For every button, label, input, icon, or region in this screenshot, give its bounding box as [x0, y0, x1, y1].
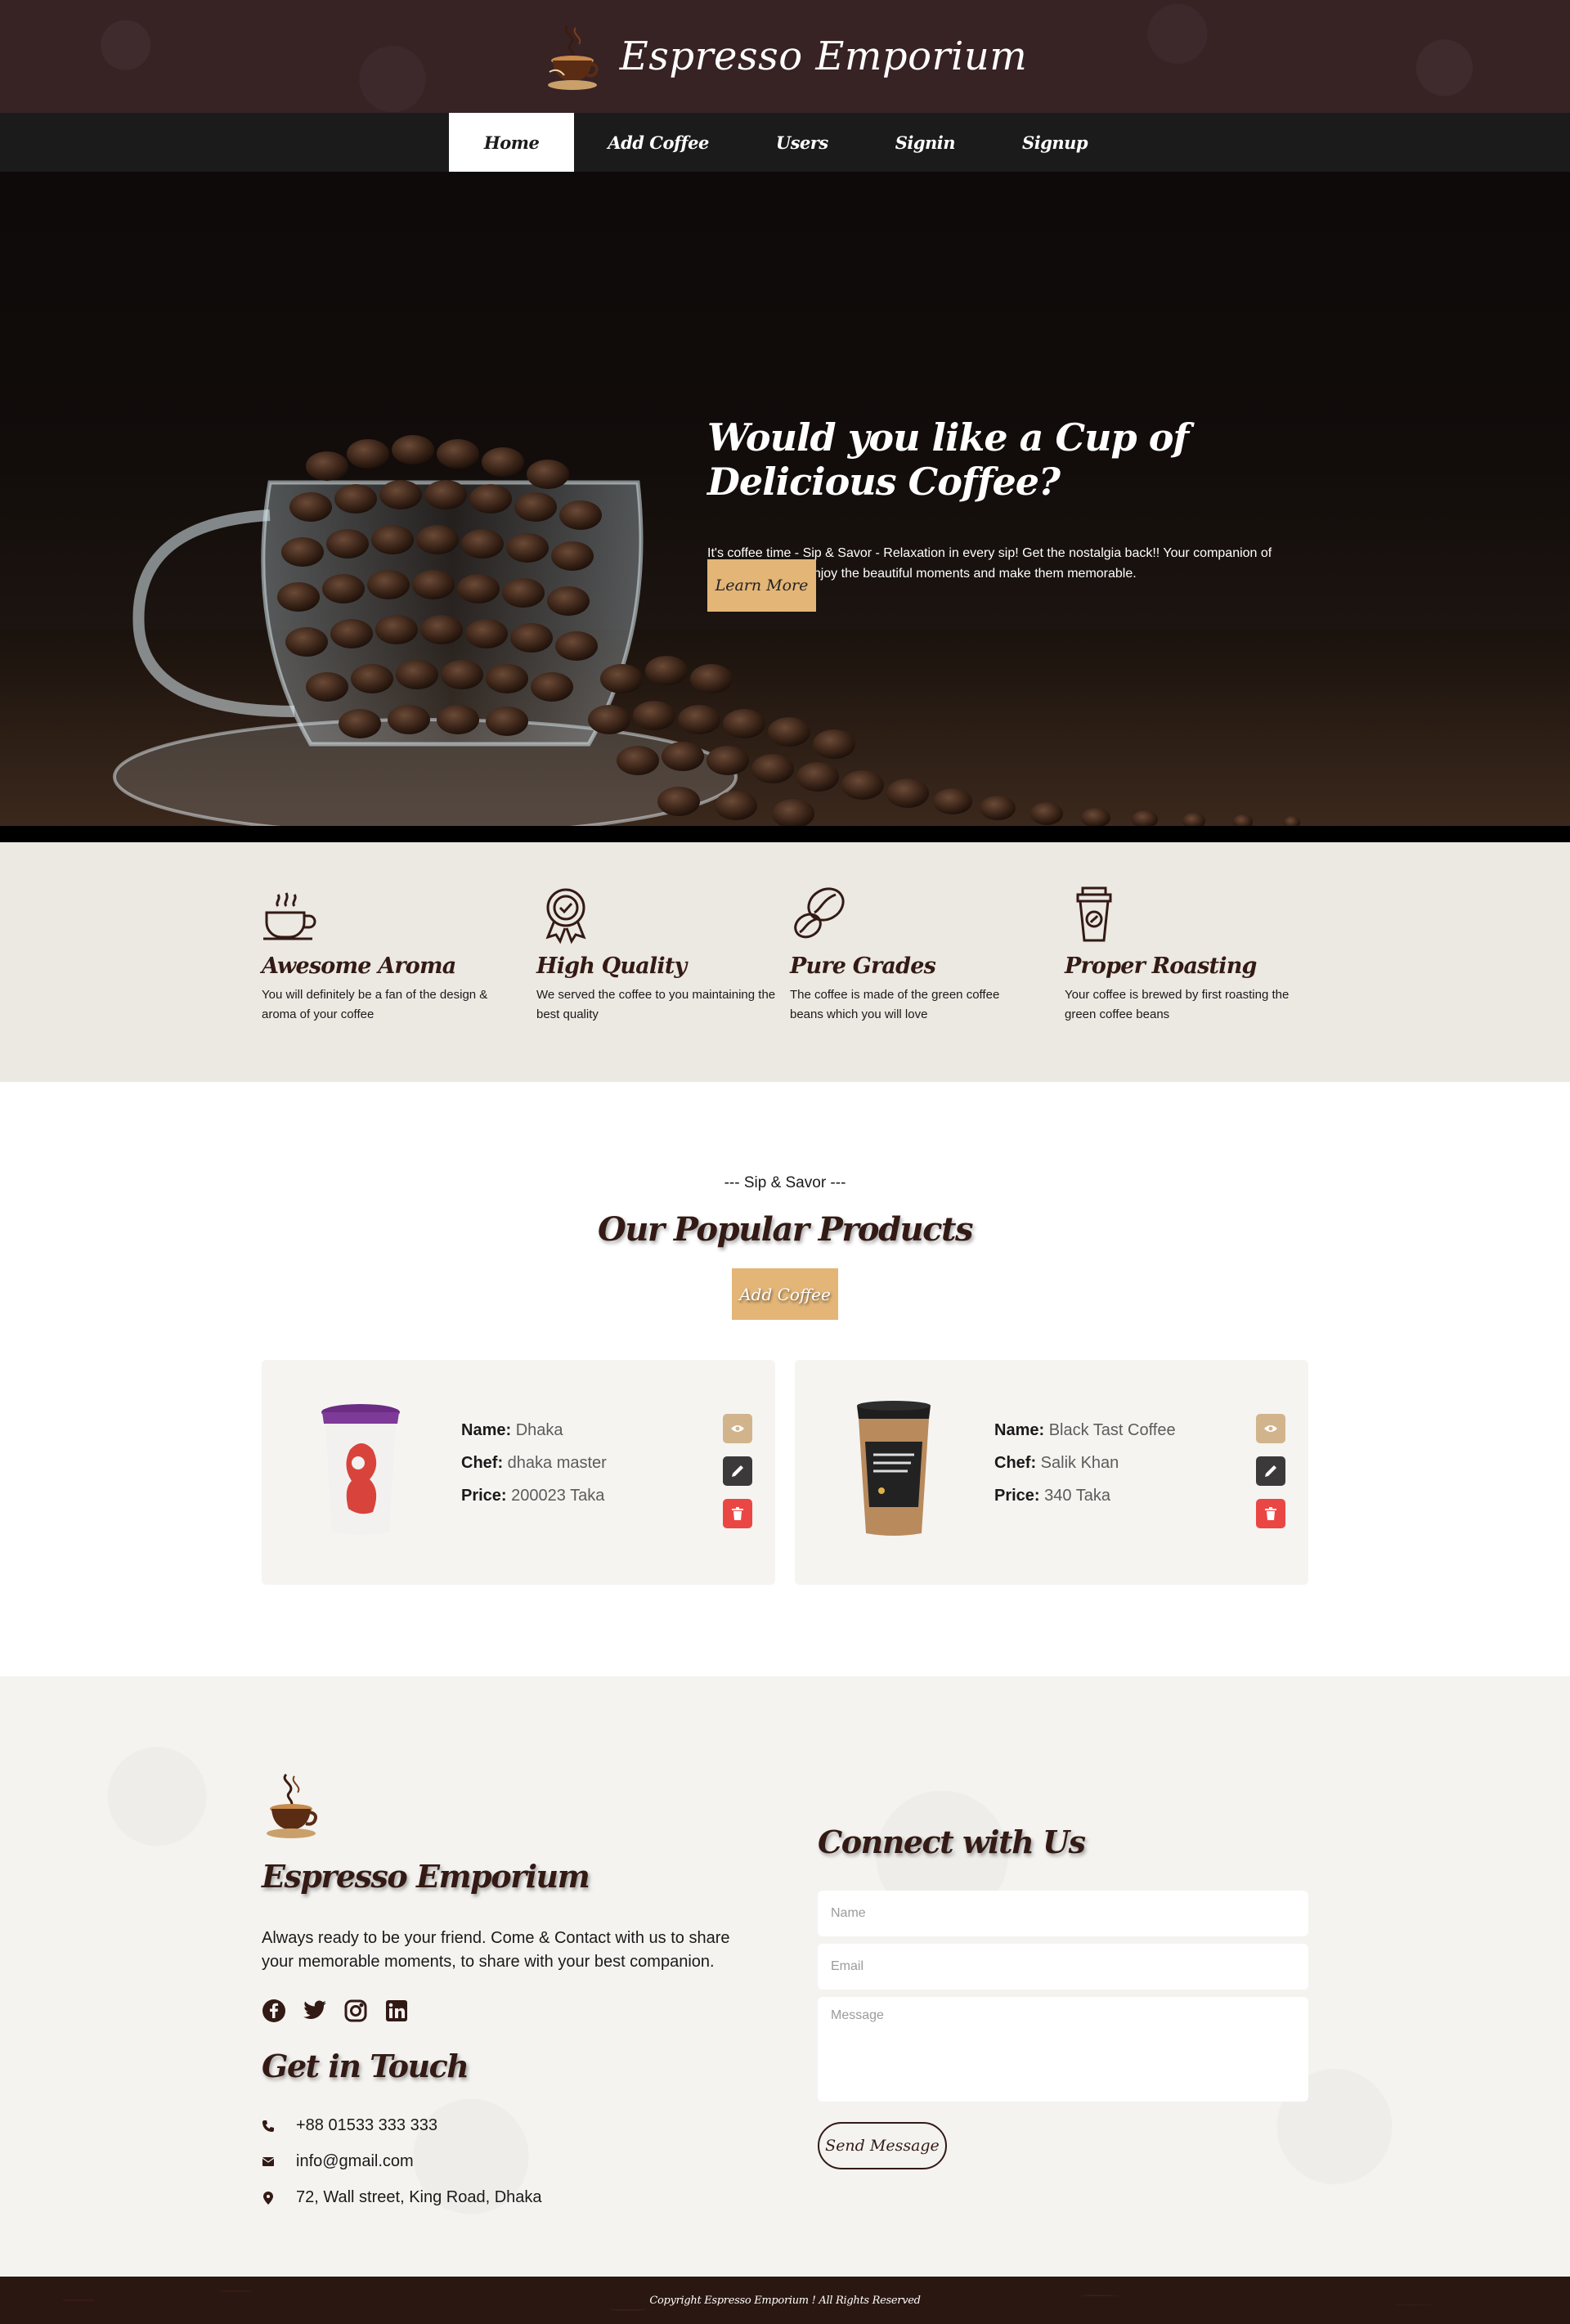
product-chef: Salik Khan	[1040, 1454, 1119, 1472]
product-name: Dhaka	[515, 1421, 563, 1439]
product-info: Name: Black Tast Coffee Chef: Salik Khan…	[994, 1414, 1176, 1512]
feature-high-quality: High Quality We served the coffee to you…	[536, 885, 782, 1025]
product-price: 340 Taka	[1044, 1487, 1110, 1505]
eye-icon	[1264, 1425, 1277, 1432]
product-name: Black Tast Coffee	[1048, 1421, 1176, 1439]
name-label: Name:	[461, 1421, 512, 1439]
view-button[interactable]	[723, 1414, 752, 1443]
site-footer	[0, 1676, 1570, 2277]
facebook-icon[interactable]	[262, 1999, 286, 2023]
copyright-text: Copyright Espresso Emporium ! All Rights…	[649, 2294, 921, 2307]
product-price: 200023 Taka	[511, 1487, 605, 1505]
learn-more-button[interactable]: Learn More	[707, 559, 816, 612]
feature-title: Proper Roasting	[1065, 953, 1257, 979]
get-in-touch-title: Get in Touch	[262, 2048, 469, 2084]
phone-number[interactable]: +88 01533 333 333	[296, 2116, 437, 2135]
delete-button[interactable]	[723, 1499, 752, 1528]
feature-text: The coffee is made of the green coffee b…	[790, 988, 1000, 1021]
add-coffee-button[interactable]: Add Coffee	[732, 1268, 838, 1320]
hot-coffee-cup-icon	[263, 892, 316, 940]
feature-text: You will definitely be a fan of the desi…	[262, 988, 488, 1021]
contact-address: 72, Wall street, King Road, Dhaka	[262, 2188, 542, 2207]
email-field[interactable]	[818, 1944, 1308, 1990]
feature-title: Pure Grades	[790, 953, 936, 979]
product-card: Name: Dhaka Chef: dhaka master Price: 20…	[262, 1360, 775, 1585]
coffee-cup-logo-icon[interactable]	[543, 20, 602, 93]
trash-icon	[1265, 1507, 1276, 1520]
footer-brand: Espresso Emporium	[262, 1858, 590, 1895]
takeaway-cup-icon	[1076, 886, 1112, 942]
nav-add-coffee[interactable]: Add Coffee	[574, 113, 742, 172]
map-pin-icon	[262, 2191, 275, 2205]
footer-logo-icon	[267, 1773, 317, 1838]
brand-title: Espresso Emporium	[619, 34, 1028, 79]
hero-banner: Would you like a Cup of Delicious Coffee…	[0, 172, 1570, 826]
product-actions	[1256, 1414, 1285, 1541]
contact-email: info@gmail.com	[262, 2152, 414, 2171]
name-field[interactable]	[818, 1891, 1308, 1936]
connect-title: Connect with Us	[818, 1824, 1086, 1860]
pencil-icon	[1265, 1465, 1276, 1477]
products-title: Our Popular Products	[597, 1210, 974, 1249]
price-label: Price:	[994, 1487, 1040, 1505]
instagram-icon[interactable]	[343, 1999, 368, 2023]
contact-phone: +88 01533 333 333	[262, 2116, 437, 2135]
hero-content: Would you like a Cup of Delicious Coffee…	[707, 415, 1304, 612]
copyright-bar: Copyright Espresso Emporium ! All Rights…	[0, 2277, 1570, 2324]
feature-pure-grades: Pure Grades The coffee is made of the gr…	[790, 885, 1035, 1025]
delete-button[interactable]	[1256, 1499, 1285, 1528]
product-image	[321, 1404, 400, 1535]
product-card: Name: Black Tast Coffee Chef: Salik Khan…	[795, 1360, 1308, 1585]
hero-bottom-bar	[0, 826, 1570, 842]
message-field[interactable]	[818, 1997, 1308, 2102]
feature-proper-roasting: Proper Roasting Your coffee is brewed by…	[1065, 885, 1310, 1025]
envelope-icon	[262, 2155, 275, 2169]
view-button[interactable]	[1256, 1414, 1285, 1443]
coffee-beans-icon	[794, 887, 845, 939]
nav-signin[interactable]: Signin	[862, 113, 989, 172]
feature-text: Your coffee is brewed by first roasting …	[1065, 988, 1290, 1021]
site-header: Espresso Emporium	[0, 0, 1570, 113]
social-links	[262, 1999, 409, 2023]
twitter-icon[interactable]	[303, 1999, 327, 2023]
send-message-button[interactable]: Send Message	[818, 2122, 947, 2169]
eye-icon	[731, 1425, 744, 1432]
nav-users[interactable]: Users	[742, 113, 862, 172]
phone-icon	[262, 2119, 275, 2133]
email-address[interactable]: info@gmail.com	[296, 2152, 414, 2171]
feature-title: Awesome Aroma	[262, 953, 456, 979]
product-actions	[723, 1414, 752, 1541]
features-section: Awesome Aroma You will definitely be a f…	[0, 842, 1570, 1082]
price-label: Price:	[461, 1487, 507, 1505]
pencil-icon	[732, 1465, 743, 1477]
products-subtitle: --- Sip & Savor ---	[724, 1174, 846, 1191]
quality-badge-icon	[545, 888, 586, 944]
chef-label: Chef:	[994, 1454, 1037, 1472]
edit-button[interactable]	[723, 1456, 752, 1486]
feature-title: High Quality	[536, 953, 687, 979]
name-label: Name:	[994, 1421, 1045, 1439]
trash-icon	[732, 1507, 743, 1520]
chef-label: Chef:	[461, 1454, 504, 1472]
feature-awesome-aroma: Awesome Aroma You will definitely be a f…	[262, 885, 507, 1025]
product-image	[857, 1401, 931, 1536]
hero-title: Would you like a Cup of Delicious Coffee…	[707, 415, 1189, 504]
linkedin-icon[interactable]	[384, 1999, 409, 2023]
product-chef: dhaka master	[507, 1454, 607, 1472]
edit-button[interactable]	[1256, 1456, 1285, 1486]
nav-home[interactable]: Home	[448, 113, 575, 172]
address-text: 72, Wall street, King Road, Dhaka	[296, 2188, 542, 2206]
nav-signup[interactable]: Signup	[989, 113, 1121, 172]
feature-text: We served the coffee to you maintaining …	[536, 988, 776, 1021]
product-info: Name: Dhaka Chef: dhaka master Price: 20…	[461, 1414, 607, 1512]
footer-description: Always ready to be your friend. Come & C…	[262, 1929, 730, 1971]
main-nav: Home Add Coffee Users Signin Signup	[0, 113, 1570, 172]
